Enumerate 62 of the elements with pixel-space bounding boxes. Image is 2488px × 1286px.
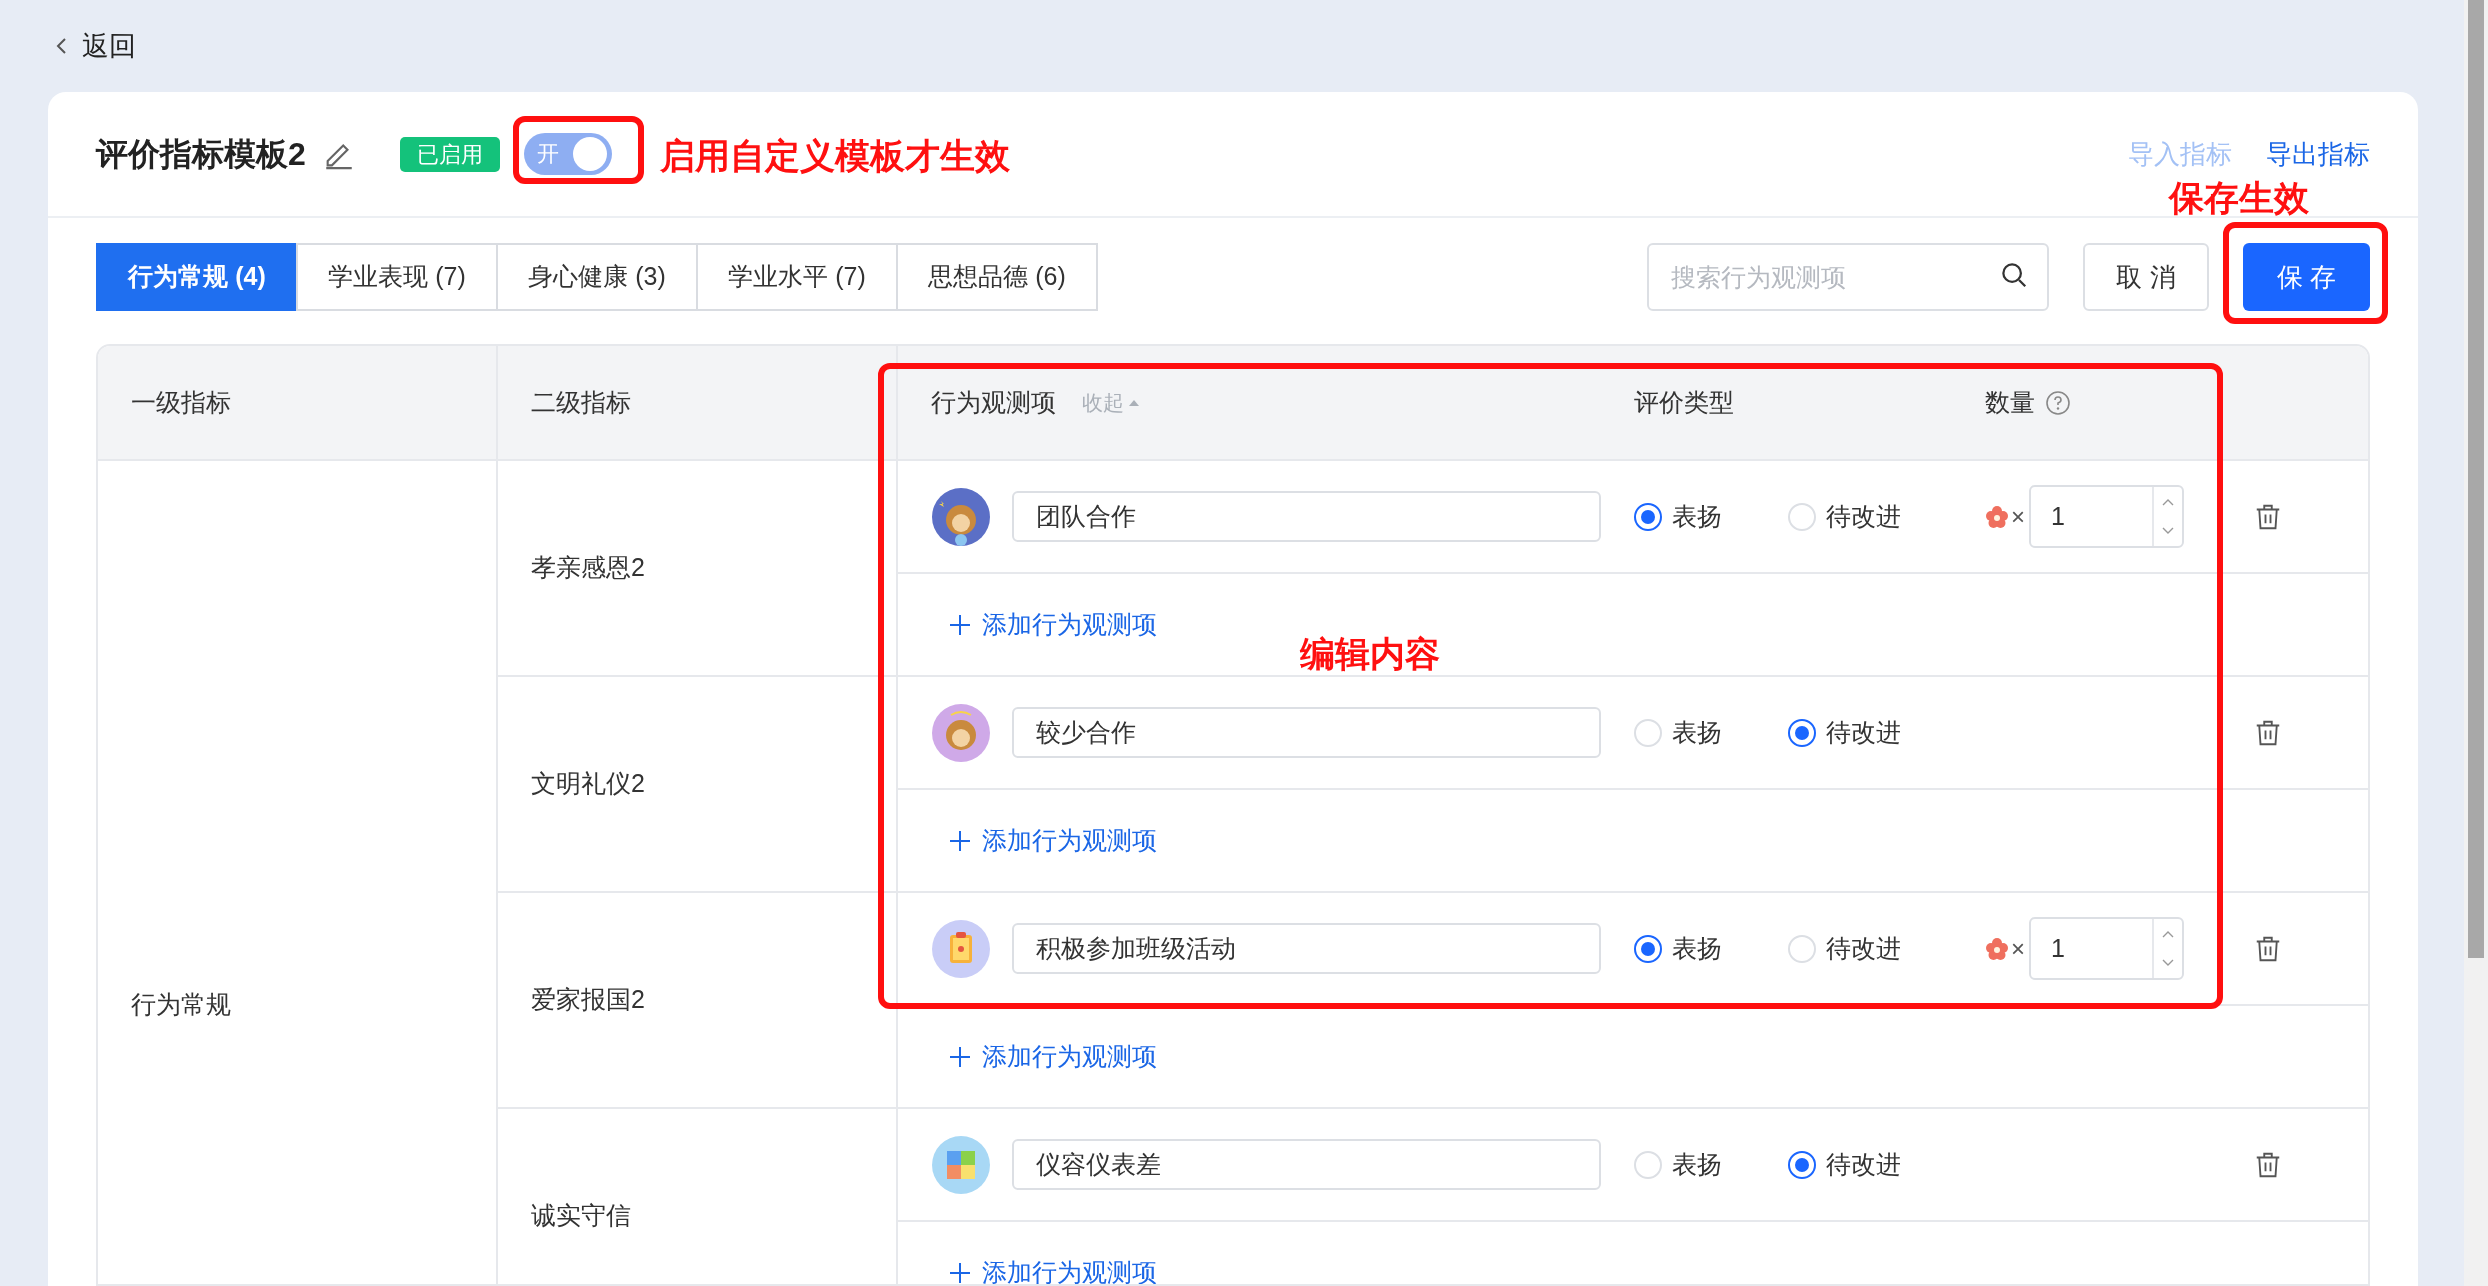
add-item-link[interactable]: 添加行为观测项 bbox=[948, 821, 1157, 860]
annotation-note: 保存生效 bbox=[2169, 177, 2309, 219]
flower-icon bbox=[1985, 936, 2009, 961]
column-header: 二级指标 bbox=[531, 386, 631, 418]
add-item-link[interactable]: 添加行为观测项 bbox=[948, 1037, 1157, 1076]
radio-label: 表扬 bbox=[1672, 1148, 1722, 1180]
status-badge: 已启用 bbox=[399, 136, 500, 172]
plus-icon bbox=[948, 1044, 972, 1069]
avatar-icon bbox=[931, 702, 991, 763]
radio-button[interactable] bbox=[1788, 718, 1816, 747]
radio-button[interactable] bbox=[1634, 502, 1662, 531]
template-title: 评价指标模板2 bbox=[96, 135, 306, 174]
column-header: 一级指标 bbox=[131, 386, 231, 418]
category-tab[interactable]: 行为常规 (4) bbox=[96, 243, 298, 311]
scrollbar[interactable] bbox=[2464, 0, 2488, 1286]
category-tab[interactable]: 思想品德 (6) bbox=[896, 243, 1098, 311]
radio-label: 待改进 bbox=[1826, 1148, 1901, 1180]
radio-label: 表扬 bbox=[1672, 500, 1722, 532]
help-icon[interactable] bbox=[2045, 389, 2071, 416]
avatar-icon bbox=[931, 918, 991, 979]
radio-label: 表扬 bbox=[1672, 932, 1722, 964]
search-field[interactable]: 搜索行为观测项 bbox=[1647, 243, 2049, 311]
cancel-button[interactable]: 取 消 bbox=[2083, 243, 2209, 311]
flower-icon bbox=[1985, 504, 2009, 529]
category-tab[interactable]: 身心健康 (3) bbox=[496, 243, 698, 311]
plus-icon bbox=[948, 1260, 972, 1284]
input-field[interactable]: 团队合作 bbox=[1012, 491, 1601, 542]
category-tab[interactable]: 学业水平 (7) bbox=[696, 243, 898, 311]
plus-icon bbox=[948, 612, 972, 637]
table-cell-text: 孝亲感恩2 bbox=[531, 552, 645, 584]
table-cell-text: 爱家报国2 bbox=[531, 984, 645, 1016]
avatar-icon bbox=[931, 486, 991, 547]
table-cell-text: 行为常规 bbox=[131, 989, 231, 1021]
input-field[interactable]: 仪容仪表差 bbox=[1012, 1139, 1601, 1190]
radio-button[interactable] bbox=[1788, 1150, 1816, 1179]
add-item-link[interactable]: 添加行为观测项 bbox=[948, 605, 1157, 644]
radio-label: 待改进 bbox=[1826, 500, 1901, 532]
annotation-note: 编辑内容 bbox=[1300, 633, 1440, 675]
avatar-icon bbox=[931, 1134, 991, 1195]
annotation-note: 启用自定义模板才生效 bbox=[660, 135, 1010, 177]
column-header: 评价类型 bbox=[1634, 387, 1734, 416]
radio-label: 表扬 bbox=[1672, 716, 1722, 748]
radio-label: 待改进 bbox=[1826, 716, 1901, 748]
multiply-sign: × bbox=[2011, 501, 2025, 532]
search-icon[interactable] bbox=[1999, 260, 2029, 290]
save-button[interactable]: 保 存 bbox=[2243, 243, 2370, 311]
add-item-link[interactable]: 添加行为观测项 bbox=[948, 1253, 1157, 1284]
back-link[interactable]: 返回 bbox=[52, 25, 136, 67]
category-tab[interactable]: 学业表现 (7) bbox=[296, 243, 498, 311]
table-cell-text: 诚实守信 bbox=[531, 1200, 631, 1232]
column-header: 行为观测项 bbox=[931, 386, 1056, 418]
number-stepper[interactable]: 1 bbox=[2029, 917, 2184, 980]
multiply-sign: × bbox=[2011, 933, 2025, 964]
column-header: 数量 bbox=[1985, 386, 2035, 418]
input-field[interactable]: 积极参加班级活动 bbox=[1012, 923, 1601, 974]
radio-label: 待改进 bbox=[1826, 932, 1901, 964]
table-cell-text: 文明礼仪2 bbox=[531, 768, 645, 800]
export-link[interactable]: 导出指标 bbox=[2266, 134, 2370, 174]
number-stepper[interactable]: 1 bbox=[2029, 485, 2184, 548]
plus-icon bbox=[948, 828, 972, 853]
radio-button[interactable] bbox=[1634, 934, 1662, 963]
input-field[interactable]: 较少合作 bbox=[1012, 707, 1601, 758]
